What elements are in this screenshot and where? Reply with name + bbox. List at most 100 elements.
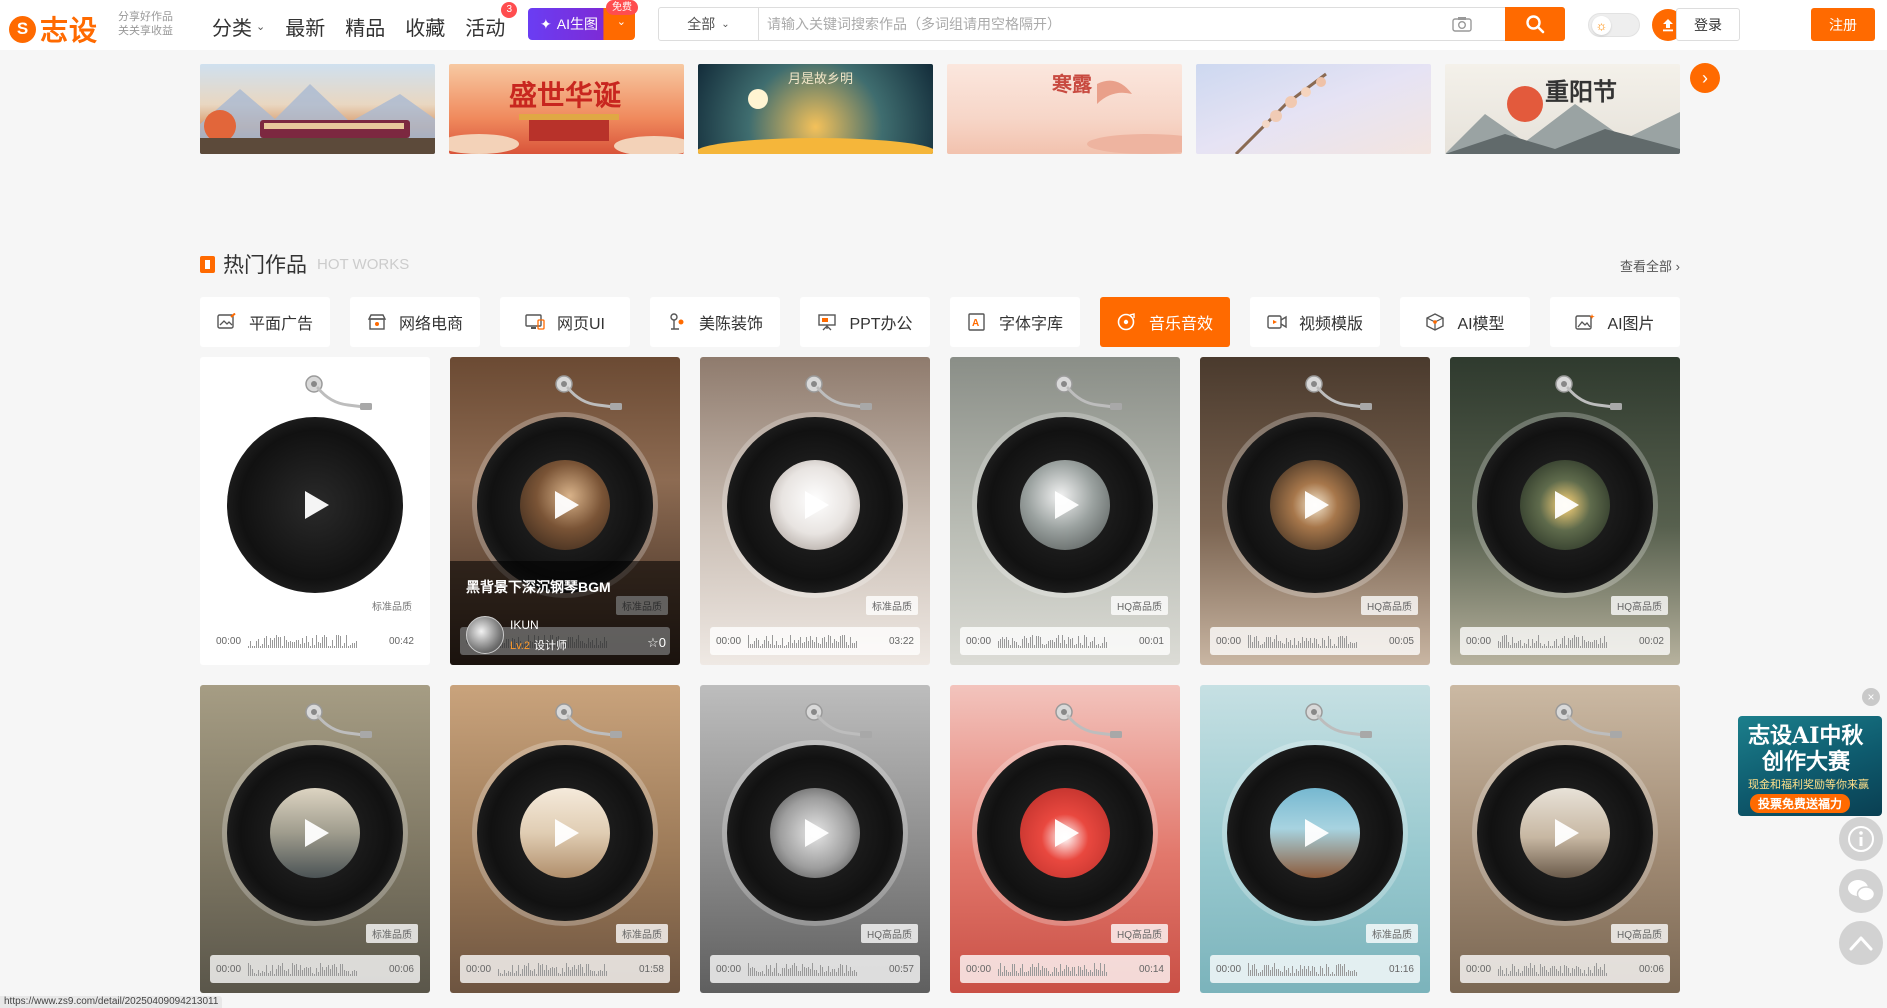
- waveform[interactable]: [748, 634, 882, 648]
- camera-icon[interactable]: [1452, 16, 1472, 32]
- audio-player[interactable]: 00:00 00:05: [1210, 627, 1420, 655]
- audio-player[interactable]: 00:00 00:14: [960, 955, 1170, 983]
- tab-video[interactable]: 视频模版: [1250, 297, 1380, 347]
- waveform[interactable]: [1248, 634, 1382, 648]
- tab-fonts[interactable]: A 字体字库: [950, 297, 1080, 347]
- view-all-label: 查看全部: [1620, 259, 1673, 274]
- banner-item[interactable]: 寒露: [947, 64, 1182, 154]
- author-level: Lv.2 设计师: [510, 637, 567, 653]
- vinyl-record: [977, 745, 1153, 921]
- play-icon[interactable]: [1547, 487, 1583, 523]
- nav-label: 最新: [285, 18, 326, 40]
- music-card[interactable]: 标准品质 00:00 03:22: [700, 357, 930, 665]
- waveform[interactable]: [998, 962, 1132, 976]
- waveform[interactable]: [498, 962, 632, 976]
- music-card[interactable]: HQ高品质 00:00 00:06: [1450, 685, 1680, 993]
- audio-player[interactable]: 00:00 00:06: [1460, 955, 1670, 983]
- avatar[interactable]: [466, 616, 504, 654]
- tab-decoration[interactable]: 美陈装饰: [650, 297, 780, 347]
- register-button[interactable]: 注册: [1811, 8, 1875, 41]
- waveform[interactable]: [998, 634, 1132, 648]
- time-duration: 00:05: [1388, 635, 1414, 647]
- banner-next-button[interactable]: ›: [1690, 63, 1720, 93]
- site-logo[interactable]: S 志设: [9, 9, 98, 49]
- back-to-top-button[interactable]: [1839, 921, 1883, 965]
- waveform[interactable]: [1498, 962, 1632, 976]
- music-card[interactable]: HQ高品质 00:00 00:01: [950, 357, 1180, 665]
- category-tabs: 平面广告 网络电商 网页UI 美陈装饰 PPT办公 A 字体字库 音乐音效 视频…: [200, 297, 1680, 347]
- audio-player[interactable]: 00:00 03:22: [710, 627, 920, 655]
- play-icon[interactable]: [1297, 815, 1333, 851]
- banner-item[interactable]: [200, 64, 435, 154]
- play-icon[interactable]: [297, 487, 333, 523]
- tab-label: AI图片: [1607, 316, 1655, 333]
- play-icon[interactable]: [547, 487, 583, 523]
- login-button[interactable]: 登录: [1676, 8, 1740, 41]
- audio-player[interactable]: 00:00 01:58: [460, 955, 670, 983]
- wechat-button[interactable]: [1839, 869, 1883, 913]
- play-icon[interactable]: [1047, 487, 1083, 523]
- audio-player[interactable]: 00:00 00:06: [210, 955, 420, 983]
- play-icon[interactable]: [1547, 815, 1583, 851]
- audio-player[interactable]: 00:00 00:02: [1460, 627, 1670, 655]
- nav-item-favorites[interactable]: 收藏: [405, 12, 445, 41]
- favorite-button[interactable]: ☆0: [647, 635, 666, 651]
- theme-toggle[interactable]: ☼: [1588, 13, 1640, 37]
- tab-ppt[interactable]: PPT办公: [800, 297, 930, 347]
- music-card[interactable]: 标准品质 00:00 00:06: [200, 685, 430, 993]
- music-card[interactable]: 标准品质 00:00 01:58: [450, 685, 680, 993]
- tab-music[interactable]: 音乐音效: [1100, 297, 1230, 347]
- audio-player[interactable]: 00:00 00:42: [210, 627, 420, 655]
- nav-item-events[interactable]: 活动 3: [465, 2, 518, 41]
- view-all-link[interactable]: 查看全部 ›: [1620, 256, 1680, 275]
- search-scope-select[interactable]: 全部 ⌄: [659, 8, 759, 40]
- tab-ai-image[interactable]: AI图片: [1550, 297, 1680, 347]
- music-card[interactable]: 标准品质 00:00 01:16: [1200, 685, 1430, 993]
- nav-item-latest[interactable]: 最新: [285, 12, 325, 41]
- play-icon[interactable]: [1047, 815, 1083, 851]
- audio-player[interactable]: 00:00 00:01: [960, 627, 1170, 655]
- chevron-down-icon: ⌄: [256, 21, 266, 33]
- tab-ecommerce[interactable]: 网络电商: [350, 297, 480, 347]
- author-name[interactable]: IKUN: [510, 618, 539, 632]
- music-card[interactable]: HQ高品质 00:00 00:14: [950, 685, 1180, 993]
- tab-ai-model[interactable]: AI模型: [1400, 297, 1530, 347]
- audio-player[interactable]: 00:00 00:57: [710, 955, 920, 983]
- audio-player[interactable]: 00:00 01:16: [1210, 955, 1420, 983]
- waveform[interactable]: [1498, 634, 1632, 648]
- banner-item[interactable]: 重阳节: [1445, 64, 1680, 154]
- banner-item[interactable]: [1196, 64, 1431, 154]
- waveform[interactable]: [1248, 962, 1382, 976]
- search-button[interactable]: [1505, 7, 1565, 41]
- music-card[interactable]: HQ高品质 00:00 00:05: [1200, 357, 1430, 665]
- nav-item-featured[interactable]: 精品: [345, 12, 385, 41]
- waveform[interactable]: [248, 962, 382, 976]
- work-title[interactable]: 黑背景下深沉钢琴BGM: [466, 577, 611, 597]
- music-card[interactable]: HQ高品质 00:00 00:57: [700, 685, 930, 993]
- play-icon[interactable]: [547, 815, 583, 851]
- banner-item[interactable]: 月是故乡明: [698, 64, 933, 154]
- music-card[interactable]: 标准品质00:00黑背景下深沉钢琴BGMIKUNLv.2设计师☆0: [450, 357, 680, 665]
- close-ad-button[interactable]: ×: [1862, 688, 1880, 706]
- waveform[interactable]: [748, 962, 882, 976]
- nav-label: 活动: [465, 18, 506, 40]
- music-card[interactable]: 标准品质 00:00 00:42: [200, 357, 430, 665]
- ai-generate-button[interactable]: ✦ AI生图 ⌄ 免费: [528, 0, 638, 40]
- nav-item-category[interactable]: 分类 ⌄: [212, 12, 265, 41]
- info-button[interactable]: [1839, 817, 1883, 861]
- play-icon[interactable]: [797, 487, 833, 523]
- tab-web-ui[interactable]: 网页UI: [500, 297, 630, 347]
- ad-title-line-2: 创作大赛: [1762, 749, 1851, 775]
- contest-ad[interactable]: 志设AI中秋 创作大赛 现金和福利奖励等你来赢 投票免费送福力: [1738, 716, 1882, 816]
- chevron-down-icon[interactable]: ⌄: [617, 15, 626, 28]
- banner-item[interactable]: 盛世华诞: [449, 64, 684, 154]
- time-start: 00:00: [966, 635, 992, 647]
- play-icon[interactable]: [297, 815, 333, 851]
- play-icon[interactable]: [1297, 487, 1333, 523]
- play-icon[interactable]: [797, 815, 833, 851]
- music-card[interactable]: HQ高品质 00:00 00:02: [1450, 357, 1680, 665]
- waveform[interactable]: [248, 634, 382, 648]
- sun-icon: ☼: [1592, 16, 1611, 35]
- search-input[interactable]: [767, 8, 1467, 40]
- tab-print-ads[interactable]: 平面广告: [200, 297, 330, 347]
